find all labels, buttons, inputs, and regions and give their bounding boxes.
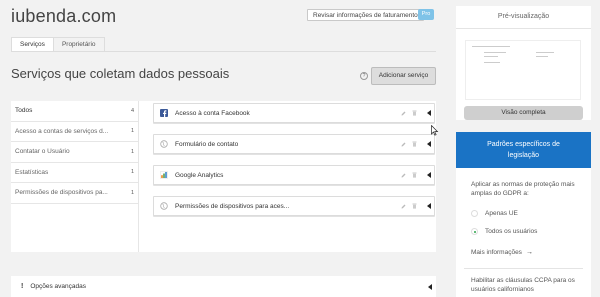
review-billing-button[interactable]: Revisar informações de faturamento: [307, 9, 424, 21]
category-count: 1: [130, 148, 134, 155]
category-divider: [138, 101, 139, 252]
radio-eu-only[interactable]: Apenas UE: [471, 210, 518, 217]
full-view-button[interactable]: Visão completa: [464, 106, 583, 120]
radio-button[interactable]: [471, 228, 478, 235]
page-title: Serviços que coletam dados pessoais: [11, 66, 230, 81]
category-item-contact-user[interactable]: Contatar o Usuário 1: [11, 142, 138, 163]
radio-label: Apenas UE: [485, 210, 518, 217]
collapse-toggle-icon[interactable]: [428, 283, 432, 290]
mouse-cursor-icon: [431, 125, 439, 136]
preview-title: Pré-visualização: [497, 13, 550, 20]
service-label: Formulário de contato: [175, 140, 239, 148]
collapse-toggle-icon[interactable]: [427, 110, 431, 116]
category-count: 1: [130, 128, 134, 135]
advanced-options-row[interactable]: ! Opções avançadas: [11, 276, 436, 297]
category-list: Todos 4 Acesso a contas de serviços d...…: [11, 101, 138, 204]
trash-icon[interactable]: [412, 141, 417, 147]
tab-owner[interactable]: Proprietário: [53, 37, 105, 52]
more-info-link[interactable]: Mais informações →: [471, 249, 533, 256]
ccpa-divider: [464, 268, 583, 269]
category-item-device-permissions[interactable]: Permissões de dispositivos pa... 1: [11, 183, 138, 204]
category-item-statistics[interactable]: Estatísticas 1: [11, 163, 138, 183]
service-label: Google Analytics: [175, 171, 224, 179]
service-item-device-permissions[interactable]: Permissões de dispositivos para aces...: [153, 196, 435, 216]
edit-icon[interactable]: [401, 172, 406, 178]
tabs-divider: [11, 51, 436, 52]
help-icon[interactable]: ?: [360, 72, 368, 80]
preview-divider: [456, 28, 591, 29]
add-service-button[interactable]: Adicionar serviço: [371, 67, 436, 85]
service-item-facebook[interactable]: Acesso à conta Facebook: [153, 103, 435, 123]
advanced-options-label: Opções avançadas: [30, 283, 86, 290]
service-item-google-analytics[interactable]: Google Analytics: [153, 165, 435, 185]
facebook-icon: [160, 109, 168, 117]
gdpr-description: Aplicar as normas de proteção mais ampla…: [471, 181, 575, 197]
category-label: Acesso a contas de serviços d...: [15, 127, 109, 135]
more-info-label: Mais informações: [471, 249, 522, 256]
edit-icon[interactable]: [401, 110, 406, 116]
legislation-heading-line: Padrões específicos de: [487, 141, 560, 148]
globe-icon: [160, 140, 168, 148]
ccpa-description: Habilitar as cláusulas CCPA para os usuá…: [471, 277, 575, 293]
category-item-account-access[interactable]: Acesso a contas de serviços d... 1: [11, 122, 138, 142]
collapse-toggle-icon[interactable]: [427, 141, 431, 147]
google-analytics-icon: [160, 171, 168, 179]
category-count: 4: [130, 107, 134, 114]
plan-badge: Pro: [418, 9, 434, 20]
edit-icon[interactable]: [401, 203, 406, 209]
globe-icon: [160, 202, 168, 210]
arrow-right-icon: →: [525, 249, 533, 256]
trash-icon[interactable]: [412, 110, 417, 116]
policy-preview-thumbnail[interactable]: [465, 40, 581, 100]
edit-icon[interactable]: [401, 141, 406, 147]
radio-label: Todos os usuários: [485, 228, 538, 235]
category-item-all[interactable]: Todos 4: [11, 101, 138, 122]
tab-bar: Serviços Proprietário: [11, 37, 105, 52]
legislation-card: Padrões específicos de legislação Aplica…: [456, 132, 591, 297]
collapse-toggle-icon[interactable]: [427, 203, 431, 209]
category-label: Todos: [15, 107, 33, 115]
legislation-heading-line: legislação: [507, 152, 540, 159]
trash-icon[interactable]: [412, 172, 417, 178]
category-count: 1: [130, 169, 134, 176]
trash-icon[interactable]: [412, 203, 417, 209]
exclamation-icon: !: [21, 283, 24, 290]
preview-card: Pré-visualização Visão completa: [456, 6, 591, 120]
service-label: Permissões de dispositivos para aces...: [175, 202, 290, 210]
brand-logo: iubenda.com: [11, 6, 117, 26]
service-item-contact-form[interactable]: Formulário de contato: [153, 134, 435, 154]
category-label: Permissões de dispositivos pa...: [15, 189, 108, 197]
category-count: 1: [130, 189, 134, 196]
category-label: Estatísticas: [15, 168, 49, 176]
legislation-heading: Padrões específicos de legislação: [456, 132, 591, 168]
service-label: Acesso à conta Facebook: [175, 109, 250, 117]
collapse-toggle-icon[interactable]: [427, 172, 431, 178]
radio-all-users[interactable]: Todos os usuários: [471, 228, 537, 235]
radio-button[interactable]: [471, 210, 478, 217]
services-panel: Todos 4 Acesso a contas de serviços d...…: [11, 101, 436, 252]
tab-services[interactable]: Serviços: [11, 37, 54, 52]
category-label: Contatar o Usuário: [15, 148, 70, 156]
